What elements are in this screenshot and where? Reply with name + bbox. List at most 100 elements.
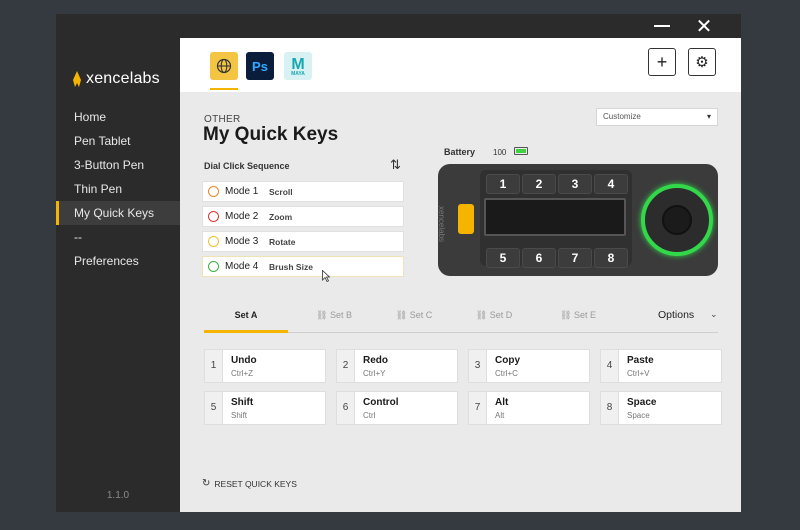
quick-key-shortcut: Shift <box>231 411 248 420</box>
minimize-button[interactable] <box>646 14 678 38</box>
quick-key-number: 7 <box>469 392 487 424</box>
mode-name: Mode 2 <box>225 211 259 222</box>
dial-mode-row[interactable]: Mode 2 Zoom <box>202 206 404 227</box>
mode-action: Brush Size <box>269 261 313 272</box>
page-title: My Quick Keys <box>203 124 339 145</box>
unlink-icon: ⛓ <box>475 310 490 320</box>
quick-key-card[interactable]: 1 Undo Ctrl+Z <box>204 349 326 383</box>
reset-icon: ↻ <box>202 478 211 489</box>
quick-key-shortcut: Alt <box>495 411 505 420</box>
sidebar-nav: Home Pen Tablet 3-Button Pen Thin Pen My… <box>56 105 180 273</box>
quick-key-shortcut: Ctrl+C <box>495 369 518 378</box>
tab-set-a[interactable]: Set A <box>204 310 288 322</box>
quick-key-card[interactable]: 5 Shift Shift <box>204 391 326 425</box>
sidebar-item-preferences[interactable]: Preferences <box>56 249 180 273</box>
quick-key-name: Copy <box>495 355 520 366</box>
unlink-icon: ⛓ <box>395 310 410 320</box>
device-key[interactable]: 4 <box>594 174 628 194</box>
quick-key-shortcut: Space <box>627 411 650 420</box>
dial-mode-row[interactable]: Mode 4 Brush Size <box>202 256 404 277</box>
brand-name: xencelabs <box>86 70 160 87</box>
quick-key-number: 3 <box>469 350 487 382</box>
mode-color-ring-icon <box>208 186 219 197</box>
options-dropdown[interactable]: Options <box>658 309 694 321</box>
device-logo: xencelabs <box>437 206 446 243</box>
xencelabs-logo-icon <box>73 71 81 87</box>
mode-color-ring-icon <box>208 236 219 247</box>
device-key[interactable]: 6 <box>522 248 556 268</box>
quick-key-card[interactable]: 7 Alt Alt <box>468 391 590 425</box>
quick-key-name: Undo <box>231 355 257 366</box>
dial-mode-row[interactable]: Mode 3 Rotate <box>202 231 404 252</box>
title-bar: ✕ <box>56 14 741 38</box>
main-content: OTHER My Quick Keys Customize ▾ Dial Cli… <box>180 38 741 512</box>
mode-color-ring-icon <box>208 261 219 272</box>
mouse-cursor-icon <box>322 270 330 282</box>
quick-key-shortcut: Ctrl+Z <box>231 369 253 378</box>
mode-action: Rotate <box>269 236 296 247</box>
device-key[interactable]: 2 <box>522 174 556 194</box>
mode-name: Mode 1 <box>225 186 259 197</box>
quick-key-name: Paste <box>627 355 654 366</box>
tab-set-d-label: Set D <box>489 310 513 320</box>
tab-set-c[interactable]: ⛓ Set C <box>372 310 456 322</box>
quick-key-card[interactable]: 2 Redo Ctrl+Y <box>336 349 458 383</box>
active-tab-indicator <box>204 330 288 333</box>
device-key[interactable]: 8 <box>594 248 628 268</box>
quick-key-name: Shift <box>231 397 254 408</box>
customize-dropdown[interactable]: Customize ▾ <box>596 108 718 126</box>
quick-key-name: Control <box>363 397 399 408</box>
brand-logo: xencelabs <box>72 70 160 88</box>
quick-key-number: 5 <box>205 392 223 424</box>
chevron-down-icon[interactable]: ⌄ <box>710 309 718 320</box>
quick-key-number: 2 <box>337 350 355 382</box>
version-label: 1.1.0 <box>106 490 130 501</box>
battery-icon <box>514 147 528 155</box>
sidebar-item-pen-tablet[interactable]: Pen Tablet <box>56 129 180 153</box>
quick-key-number: 1 <box>205 350 223 382</box>
quick-key-name: Alt <box>495 397 509 408</box>
minimize-icon <box>654 25 670 27</box>
quick-key-card[interactable]: 4 Paste Ctrl+V <box>600 349 722 383</box>
sidebar-item-my-quick-keys[interactable]: My Quick Keys <box>56 201 180 225</box>
mode-action: Zoom <box>269 211 293 222</box>
tab-set-b-label: Set B <box>329 310 352 320</box>
reset-label: RESET QUICK KEYS <box>214 478 297 489</box>
device-key[interactable]: 7 <box>558 248 592 268</box>
quick-key-card[interactable]: 6 Control Ctrl <box>336 391 458 425</box>
tab-set-e-label: Set E <box>573 310 596 320</box>
quick-key-shortcut: Ctrl <box>363 411 376 420</box>
sidebar-item-home[interactable]: Home <box>56 105 180 129</box>
chevron-down-icon: ▾ <box>706 112 711 121</box>
device-dial-center-button[interactable] <box>662 205 692 235</box>
tab-set-e[interactable]: ⛓ Set E <box>536 310 620 322</box>
device-key[interactable]: 3 <box>558 174 592 194</box>
tab-set-c-label: Set C <box>409 310 433 320</box>
device-display <box>484 198 626 236</box>
quick-key-card[interactable]: 8 Space Space <box>600 391 722 425</box>
mode-action: Scroll <box>269 186 293 197</box>
mode-name: Mode 3 <box>225 236 259 247</box>
quick-key-number: 6 <box>337 392 355 424</box>
battery-label: Battery <box>444 147 476 157</box>
reset-quick-keys-button[interactable]: ↻ RESET QUICK KEYS <box>202 478 297 489</box>
quick-key-number: 4 <box>601 350 619 382</box>
quick-key-shortcut: Ctrl+V <box>627 369 650 378</box>
sidebar-item-thin-pen[interactable]: Thin Pen <box>56 177 180 201</box>
device-set-button[interactable] <box>458 204 474 234</box>
battery-value: 100 <box>493 148 507 157</box>
dial-mode-row[interactable]: Mode 1 Scroll <box>202 181 404 202</box>
device-key[interactable]: 5 <box>486 248 520 268</box>
quick-key-number: 8 <box>601 392 619 424</box>
sidebar-item-3-button-pen[interactable]: 3-Button Pen <box>56 153 180 177</box>
quick-key-card[interactable]: 3 Copy Ctrl+C <box>468 349 590 383</box>
tab-set-b[interactable]: ⛓ Set B <box>292 310 376 322</box>
sidebar: xencelabs Home Pen Tablet 3-Button Pen T… <box>56 38 180 512</box>
quick-key-shortcut: Ctrl+Y <box>363 369 386 378</box>
reorder-icon[interactable]: ⇅ <box>390 158 401 173</box>
close-button[interactable]: ✕ <box>688 14 720 38</box>
sidebar-item-separator[interactable]: -- <box>56 225 180 249</box>
quick-key-name: Space <box>627 397 657 408</box>
tab-set-d[interactable]: ⛓ Set D <box>452 310 536 322</box>
device-key[interactable]: 1 <box>486 174 520 194</box>
